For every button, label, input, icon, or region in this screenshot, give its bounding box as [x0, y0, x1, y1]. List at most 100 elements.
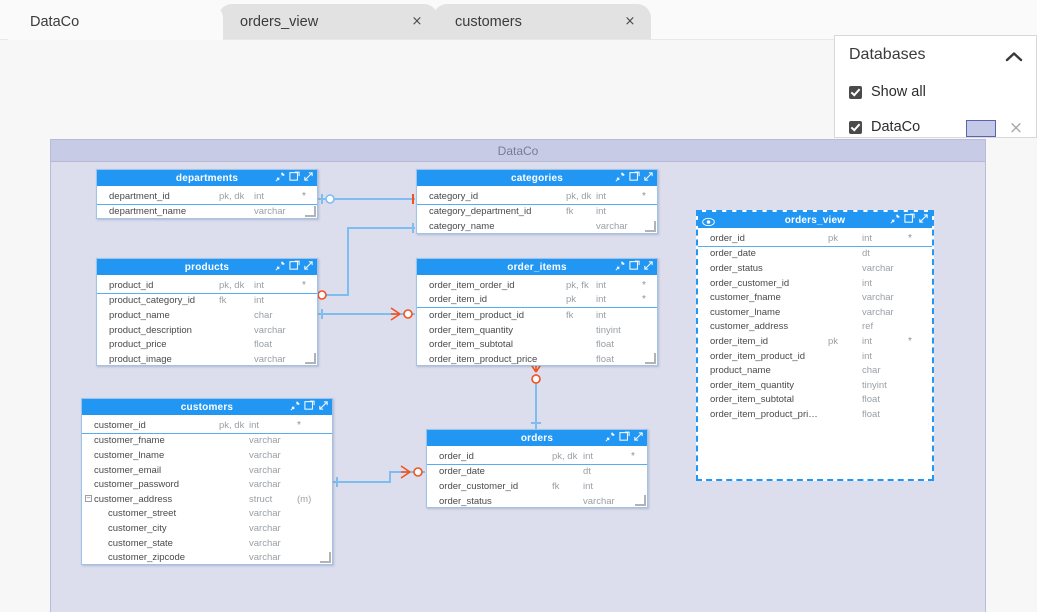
column-row[interactable]: order_item_quantitytinyint: [698, 378, 932, 393]
column-row[interactable]: customer_fnamevarchar: [82, 434, 332, 449]
show-all-row[interactable]: Show all: [849, 84, 926, 100]
resize-grip[interactable]: [305, 353, 316, 364]
column-row[interactable]: customer_zipcodevarchar: [82, 550, 332, 565]
column-row[interactable]: order_item_product_pri…float: [698, 407, 932, 422]
resize-grip[interactable]: [305, 206, 316, 217]
close-icon[interactable]: ×: [410, 15, 424, 29]
databases-panel[interactable]: Databases Show all DataCo ×: [834, 35, 1037, 138]
column-row[interactable]: customer_statevarchar: [82, 536, 332, 551]
column-name: department_id: [109, 191, 170, 202]
resize-grip[interactable]: [645, 221, 656, 232]
column-row[interactable]: customer_cityvarchar: [82, 521, 332, 536]
column-row[interactable]: customer_passwordvarchar: [82, 477, 332, 492]
table-header-icons[interactable]: [275, 171, 314, 182]
column-type: tinyint: [596, 325, 621, 336]
column-row[interactable]: order_item_product_idfkint: [417, 308, 657, 323]
column-row[interactable]: order_customer_idint: [698, 276, 932, 291]
column-type: varchar: [254, 354, 286, 365]
struct-expander-icon[interactable]: −: [85, 495, 92, 502]
dataco-checkbox[interactable]: [849, 121, 862, 134]
column-row[interactable]: −customer_addressstruct(m): [82, 492, 332, 507]
column-type: varchar: [862, 263, 894, 274]
database-item-dataco[interactable]: DataCo: [849, 119, 920, 135]
table-header[interactable]: orders_view: [698, 212, 932, 228]
table-header-icons[interactable]: [605, 431, 644, 442]
column-row[interactable]: department_idpk, dkint*: [97, 189, 317, 205]
column-row[interactable]: customer_addressref: [698, 320, 932, 335]
column-row[interactable]: product_idpk, dkint*: [97, 278, 317, 294]
table-orders_view[interactable]: orders_view order_idpkint*order_datedtor…: [696, 210, 934, 481]
column-row[interactable]: product_namechar: [97, 308, 317, 323]
resize-grip[interactable]: [645, 353, 656, 364]
table-header[interactable]: customers: [82, 399, 332, 415]
column-row[interactable]: order_customer_idfkint: [427, 479, 647, 494]
table-header[interactable]: order_items: [417, 259, 657, 275]
table-columns: order_item_order_idpk, fkint*order_item_…: [417, 275, 657, 371]
column-row[interactable]: order_item_order_idpk, fkint*: [417, 278, 657, 293]
table-order_items[interactable]: order_items order_item_order_idpk, fkint…: [416, 258, 658, 366]
column-name: order_id: [439, 451, 474, 462]
column-row[interactable]: order_statusvarchar: [427, 494, 647, 509]
table-departments[interactable]: departments department_idpk, dkint*depar…: [96, 169, 318, 219]
show-all-checkbox[interactable]: [849, 86, 862, 99]
column-row[interactable]: product_pricefloat: [97, 337, 317, 352]
column-row[interactable]: order_statusvarchar: [698, 261, 932, 276]
column-row[interactable]: customer_idpk, dkint*: [82, 418, 332, 434]
column-row[interactable]: order_item_idpkint*: [417, 293, 657, 309]
column-row[interactable]: category_namevarchar: [417, 219, 657, 234]
column-row[interactable]: order_item_subtotalfloat: [698, 393, 932, 408]
column-name: order_status: [439, 496, 492, 507]
column-row[interactable]: order_idpkint*: [698, 231, 932, 247]
column-row[interactable]: customer_lnamevarchar: [82, 448, 332, 463]
table-header-icons[interactable]: [275, 260, 314, 271]
chevron-up-icon[interactable]: [1004, 50, 1024, 68]
column-row[interactable]: category_idpk, dkint*: [417, 189, 657, 205]
column-row[interactable]: order_datedt: [427, 465, 647, 480]
column-row[interactable]: order_item_quantitytinyint: [417, 323, 657, 338]
tab-customers[interactable]: customers ×: [433, 4, 651, 40]
table-header-icons[interactable]: [615, 171, 654, 182]
tab-orders-view[interactable]: orders_view ×: [218, 4, 438, 40]
resize-grip[interactable]: [320, 552, 331, 563]
show-all-label: Show all: [871, 84, 926, 100]
table-header-icons[interactable]: [290, 400, 329, 411]
column-row[interactable]: customer_fnamevarchar: [698, 290, 932, 305]
resize-grip[interactable]: [635, 495, 646, 506]
table-products[interactable]: products product_idpk, dkint*product_cat…: [96, 258, 318, 366]
table-header[interactable]: products: [97, 259, 317, 275]
column-row[interactable]: customer_lnamevarchar: [698, 305, 932, 320]
tab-dataco[interactable]: DataCo: [8, 4, 223, 40]
table-orders[interactable]: orders order_idpk, dkint*order_datedtord…: [426, 429, 648, 508]
column-row[interactable]: order_item_product_idint: [698, 349, 932, 364]
column-row[interactable]: customer_emailvarchar: [82, 463, 332, 478]
column-name: customer_id: [94, 420, 146, 431]
column-row[interactable]: order_item_subtotalfloat: [417, 337, 657, 352]
table-categories[interactable]: categories category_idpk, dkint*category…: [416, 169, 658, 234]
column-type: char: [862, 365, 880, 376]
table-header-icons[interactable]: [890, 213, 929, 224]
table-header[interactable]: departments: [97, 170, 317, 186]
column-row[interactable]: product_descriptionvarchar: [97, 323, 317, 338]
column-key: fk: [566, 206, 573, 217]
table-header-icons[interactable]: [615, 260, 654, 271]
column-row[interactable]: order_idpk, dkint*: [427, 449, 647, 465]
table-customers[interactable]: customers customer_idpk, dkint*customer_…: [81, 398, 333, 565]
column-name: customer_lname: [94, 450, 164, 461]
column-row[interactable]: product_category_idfkint: [97, 294, 317, 309]
database-container-header: DataCo: [51, 140, 985, 162]
column-row[interactable]: order_datedt: [698, 247, 932, 262]
dataco-color-swatch[interactable]: [966, 120, 996, 137]
column-row[interactable]: department_namevarchar: [97, 205, 317, 220]
column-row[interactable]: product_namechar: [698, 363, 932, 378]
table-header[interactable]: orders: [427, 430, 647, 446]
column-row[interactable]: customer_streetvarchar: [82, 507, 332, 522]
close-icon[interactable]: ×: [1006, 118, 1026, 138]
table-header[interactable]: categories: [417, 170, 657, 186]
close-icon[interactable]: ×: [623, 15, 637, 29]
column-row[interactable]: order_item_idpkint*: [698, 334, 932, 349]
column-row[interactable]: category_department_idfkint: [417, 205, 657, 220]
column-type: int: [862, 278, 872, 289]
table-columns: order_idpkint*order_datedtorder_statusva…: [698, 228, 932, 426]
column-row[interactable]: order_item_product_pricefloat: [417, 352, 657, 367]
column-row[interactable]: product_imagevarchar: [97, 352, 317, 367]
